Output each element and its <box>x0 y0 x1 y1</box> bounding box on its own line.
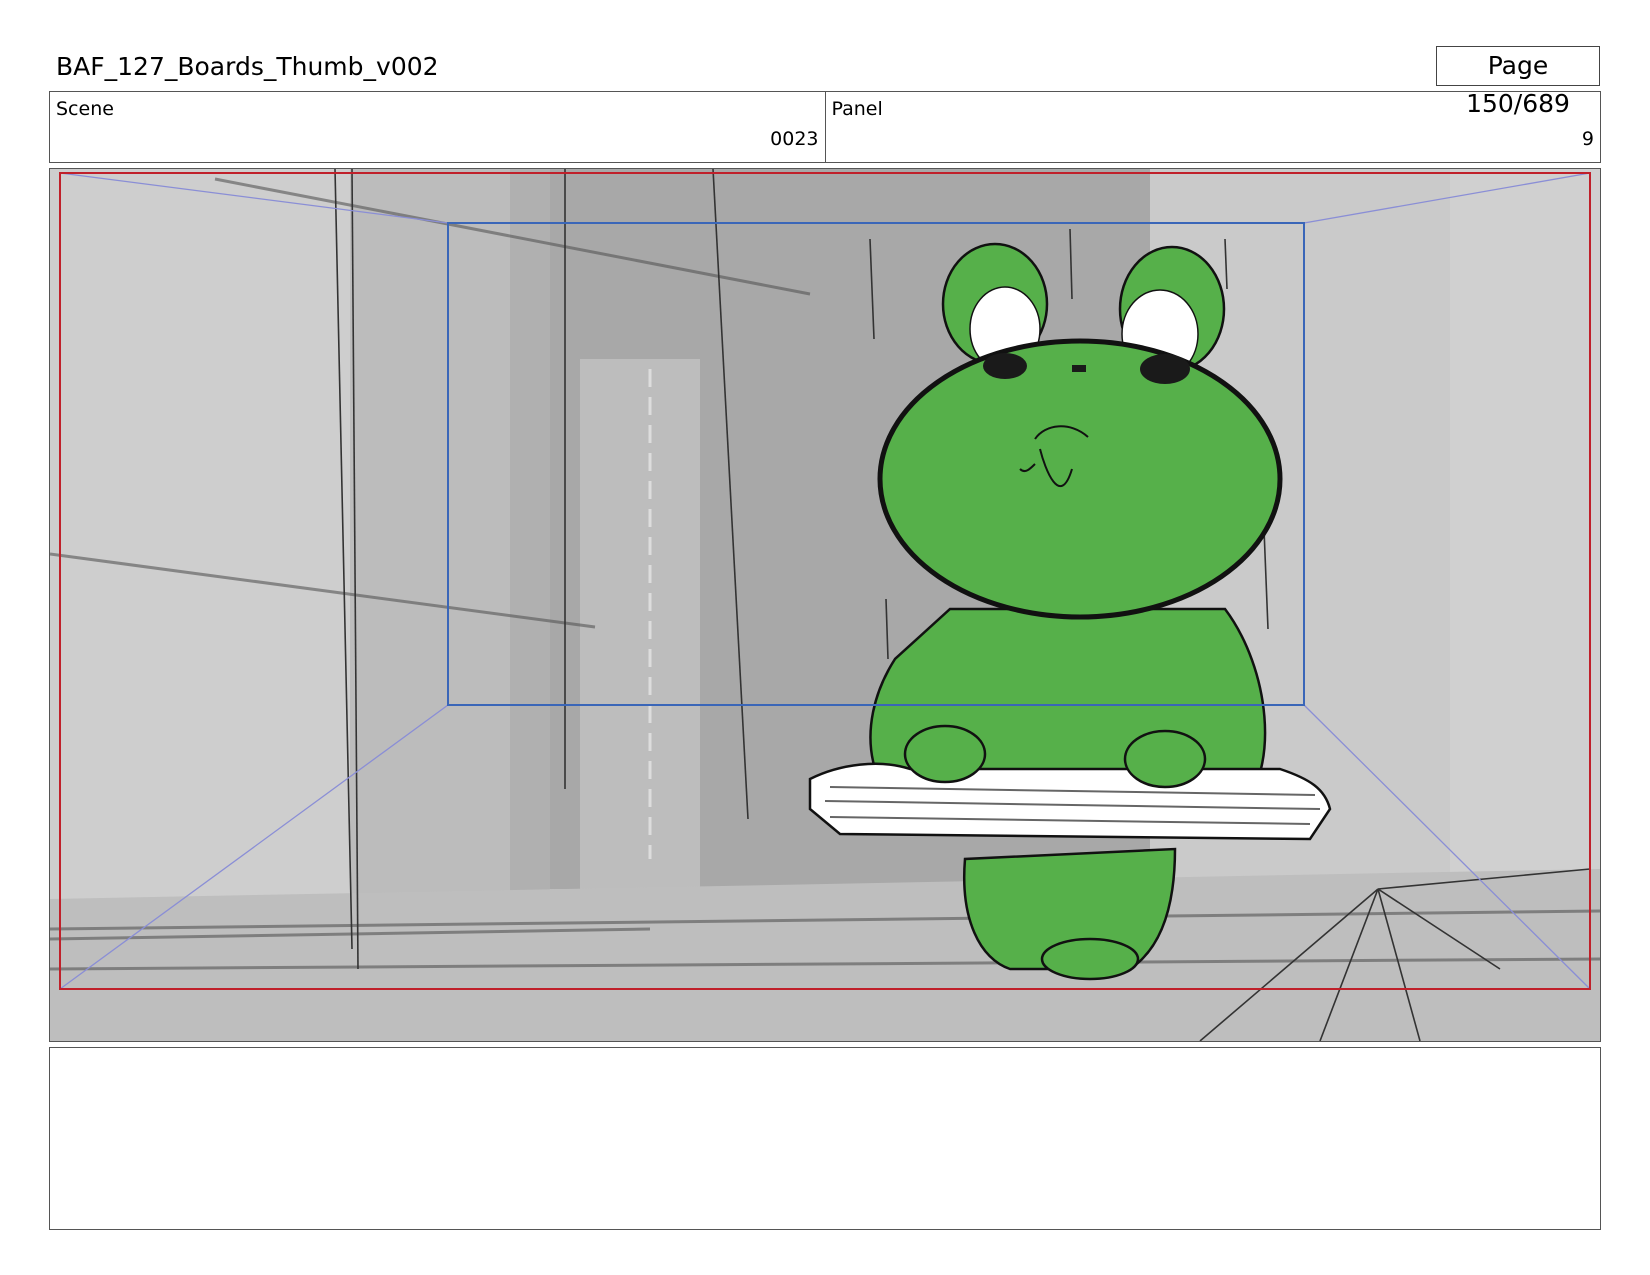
panel-label: Panel <box>831 98 883 120</box>
panel-number: 9 <box>1581 128 1594 150</box>
storyboard-drawing <box>50 169 1600 1041</box>
notes-area <box>49 1047 1601 1230</box>
panel-cell: Panel 9 <box>824 92 1601 162</box>
scene-label: Scene <box>56 98 114 120</box>
scene-number: 0023 <box>770 128 819 150</box>
page-number: Page 150/689 <box>1436 46 1600 118</box>
document-title: BAF_127_Boards_Thumb_v002 <box>56 52 439 81</box>
scene-cell: Scene 0023 <box>50 92 825 162</box>
storyboard-panel <box>49 168 1601 1042</box>
scene-panel-info: Scene 0023 Panel 9 <box>49 91 1601 163</box>
